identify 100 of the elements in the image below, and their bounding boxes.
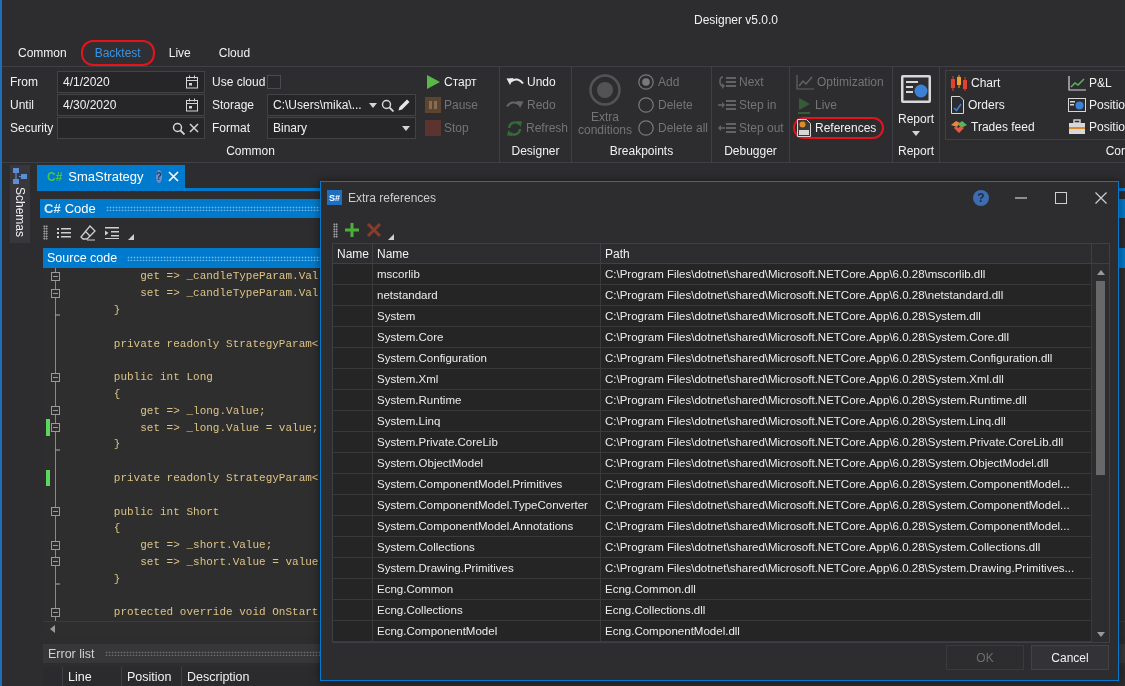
scroll-up-icon[interactable] bbox=[1096, 270, 1105, 275]
table-cell: System.ComponentModel.Annotations bbox=[373, 516, 601, 536]
table-cell: System.Linq bbox=[373, 411, 601, 431]
group-label: Common bbox=[226, 142, 275, 160]
eraser-icon[interactable] bbox=[80, 224, 96, 241]
fold-box-icon[interactable] bbox=[51, 423, 60, 433]
table-cell: System.Runtime bbox=[373, 390, 601, 410]
table-cell: Ecng.Collections bbox=[373, 600, 601, 620]
ribbon-button[interactable]: References bbox=[793, 117, 885, 139]
ribbon-tab[interactable]: Cloud bbox=[204, 40, 265, 66]
table-cell: System.Private.CoreLib bbox=[373, 432, 601, 452]
dropdown[interactable]: Binary bbox=[267, 117, 416, 139]
pencil-icon[interactable] bbox=[398, 99, 410, 111]
fold-box-icon[interactable] bbox=[51, 507, 60, 517]
fold-box-icon[interactable] bbox=[51, 607, 60, 617]
code-line: public int Short bbox=[113, 505, 220, 518]
code-line: { bbox=[113, 522, 121, 535]
column-header[interactable]: Name bbox=[373, 244, 601, 263]
group-label: Breakpoints bbox=[609, 142, 674, 160]
table-cell: System.ComponentModel.TypeConverter bbox=[373, 495, 601, 515]
play-icon bbox=[425, 74, 441, 90]
fold-box-icon[interactable] bbox=[51, 271, 60, 281]
line-chart-icon bbox=[796, 74, 814, 90]
ribbon-button[interactable]: Trades feed bbox=[950, 116, 1035, 138]
date-field[interactable]: 4/30/2020 bbox=[57, 94, 205, 116]
checkbox[interactable] bbox=[267, 75, 281, 89]
field-label: From bbox=[10, 74, 39, 91]
search-field[interactable] bbox=[57, 117, 205, 139]
scroll-left-icon[interactable] bbox=[50, 625, 55, 633]
close-icon[interactable] bbox=[1095, 191, 1107, 204]
column-header: Line bbox=[63, 667, 122, 686]
search-icon[interactable] bbox=[381, 98, 394, 112]
ribbon-button[interactable]: Старт bbox=[422, 71, 485, 93]
ribbon-button[interactable]: Positio bbox=[1068, 116, 1125, 138]
code-line: } bbox=[113, 572, 121, 585]
arrow-lines-icon bbox=[718, 98, 736, 112]
table-cell: System.Core bbox=[373, 327, 601, 347]
ribbon-tab[interactable]: Backtest bbox=[80, 40, 155, 66]
briefcase-icon bbox=[1068, 119, 1086, 135]
scroll-down-icon[interactable] bbox=[1096, 632, 1105, 637]
table-cell: Ecng.ComponentModel bbox=[373, 621, 601, 641]
table-cell: System.Collections bbox=[373, 537, 601, 557]
path-combo[interactable]: C:\Users\mika\... bbox=[267, 94, 416, 116]
fold-box-icon[interactable] bbox=[51, 372, 60, 382]
field-label: Use cloud bbox=[211, 74, 267, 91]
calendar-icon[interactable] bbox=[185, 75, 199, 89]
ribbon-button[interactable]: Undo bbox=[503, 71, 564, 93]
ribbon-tab[interactable]: Live bbox=[154, 40, 205, 66]
ribbon-button[interactable]: P&L bbox=[1068, 72, 1112, 94]
dialog-button[interactable]: Cancel bbox=[1031, 645, 1109, 670]
table-cell: Ecng.Common bbox=[373, 579, 601, 599]
group-label: Designer bbox=[511, 142, 560, 160]
triangle-icon[interactable] bbox=[128, 234, 134, 240]
ribbon-button[interactable]: Orders bbox=[950, 94, 1005, 116]
table-cell: System.Configuration bbox=[373, 348, 601, 368]
table-cell: System.ComponentModel.Primitives bbox=[373, 474, 601, 494]
grip-icon[interactable] bbox=[43, 225, 48, 240]
column-header[interactable]: Path bbox=[601, 244, 1092, 263]
list-icon[interactable] bbox=[57, 226, 71, 239]
group-label: Cor bbox=[1105, 142, 1125, 160]
table-cell: System.Xml bbox=[373, 369, 601, 389]
caret-icon bbox=[402, 125, 410, 131]
play-icon bbox=[796, 96, 812, 114]
clear-icon[interactable] bbox=[189, 123, 199, 133]
table-cell: mscorlib bbox=[373, 264, 601, 284]
window-title: Designer v5.0.0 bbox=[693, 13, 778, 27]
plus-icon[interactable] bbox=[344, 222, 360, 238]
maximize-icon[interactable] bbox=[1055, 191, 1067, 204]
fold-box-icon[interactable] bbox=[51, 406, 60, 416]
fold-box-icon[interactable] bbox=[51, 540, 60, 550]
group-label: Debugger bbox=[724, 142, 777, 160]
sidebar-tab[interactable]: Schemas bbox=[10, 165, 30, 244]
handshake-icon bbox=[950, 119, 968, 135]
report-button[interactable]: Report bbox=[894, 71, 938, 141]
ribbon-tab[interactable]: Common bbox=[4, 40, 81, 66]
panel-title: Code bbox=[64, 201, 96, 216]
code-line: public int Long bbox=[113, 371, 213, 384]
minimize-icon[interactable] bbox=[1015, 196, 1027, 199]
ribbon-button[interactable]: Chart bbox=[950, 72, 1001, 94]
stop-icon bbox=[425, 120, 441, 136]
date-field[interactable]: 4/1/2020 bbox=[57, 71, 205, 93]
diagram-icon bbox=[12, 168, 28, 184]
search-icon[interactable] bbox=[172, 121, 185, 135]
table-cell: System.Drawing.Primitives bbox=[373, 558, 601, 578]
code-line: { bbox=[113, 387, 121, 400]
fold-box-icon[interactable] bbox=[51, 288, 60, 298]
code-line: get => _short.Value; bbox=[140, 539, 273, 552]
calendar-icon[interactable] bbox=[185, 98, 199, 112]
code-line: set => _candleTypeParam.Val bbox=[140, 287, 319, 300]
grip-icon[interactable] bbox=[333, 222, 338, 238]
scrollbar-thumb[interactable] bbox=[1096, 281, 1105, 475]
csharp-logo: C# bbox=[47, 169, 63, 184]
column-header[interactable]: Name bbox=[333, 244, 373, 263]
indent-icon[interactable] bbox=[105, 226, 119, 239]
triangle-icon[interactable] bbox=[388, 234, 394, 240]
code-line: private readonly StrategyParam< bbox=[113, 471, 319, 484]
field-label: Security bbox=[10, 120, 55, 137]
fold-box-icon[interactable] bbox=[51, 557, 60, 567]
pie-chart-window-icon bbox=[900, 74, 932, 104]
ribbon-button[interactable]: Positio bbox=[1068, 94, 1125, 116]
